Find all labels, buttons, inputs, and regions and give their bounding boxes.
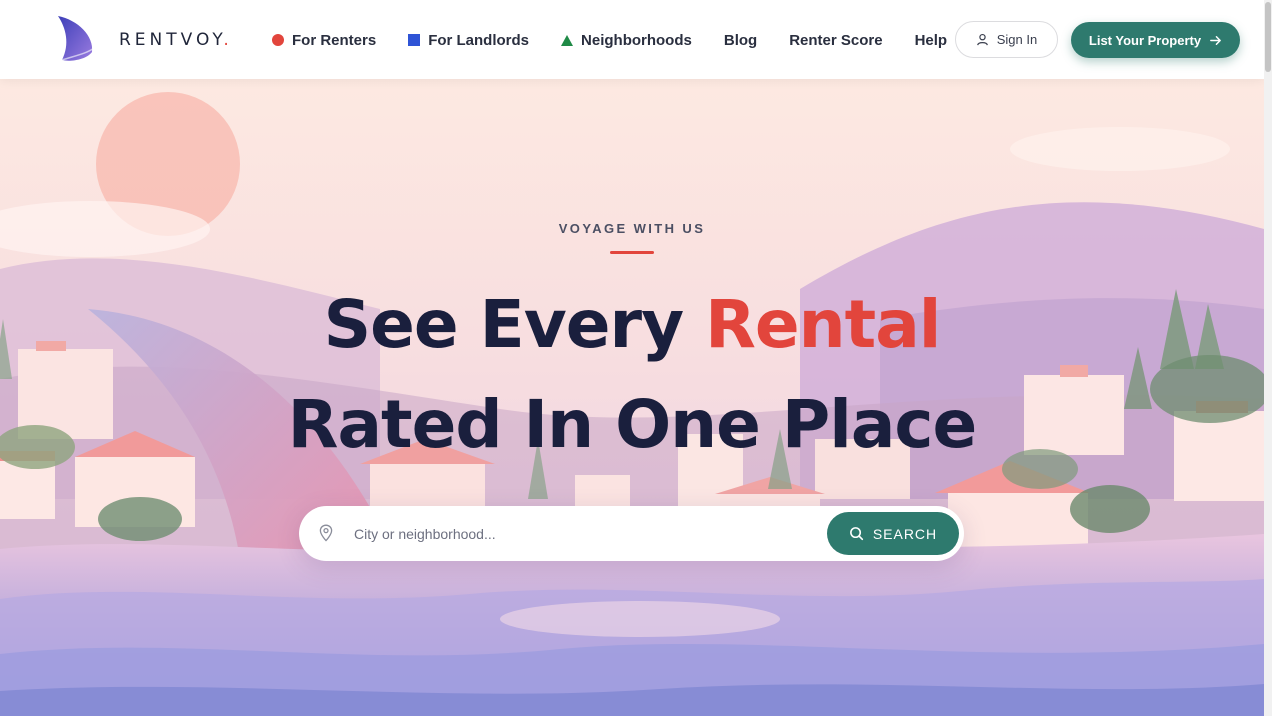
nav-label: For Landlords [428, 31, 530, 49]
brand-wordmark[interactable]: RENTVOY. [119, 30, 233, 50]
list-property-label: List Your Property [1088, 32, 1202, 48]
nav-neighborhoods[interactable]: Neighborhoods [561, 32, 692, 49]
red-dot-icon [272, 34, 284, 46]
main-nav: For Renters For Landlords Neighborhoods … [272, 30, 979, 50]
nav-blog[interactable]: Blog [724, 32, 757, 49]
blue-square-icon [408, 34, 421, 46]
location-pin-icon [319, 524, 333, 542]
title-line-1: See Every Rental [323, 286, 942, 363]
search-button[interactable]: SEARCH [827, 512, 959, 555]
nav-label: Neighborhoods [581, 31, 692, 49]
nav-label: Renter Score [789, 31, 883, 49]
title-accent: Rental [705, 286, 941, 363]
site-header: RENTVOY. For Renters For Landlords Neigh… [0, 0, 1264, 79]
nav-label: Blog [723, 31, 758, 49]
hero-section: VOYAGE WITH US See Every Rental Rated In… [0, 79, 1264, 716]
list-property-button[interactable]: List Your Property [1071, 22, 1240, 58]
sail-logo-icon[interactable] [56, 14, 96, 64]
sign-in-label: Sign In [996, 32, 1038, 47]
nav-label: For Renters [292, 31, 377, 49]
nav-label: Help [914, 31, 948, 49]
kicker-underline [610, 251, 654, 254]
title-line-2: Rated In One Place [287, 386, 978, 463]
hero-title: See Every Rental Rated In One Place [0, 275, 1264, 475]
search-button-label: SEARCH [872, 525, 938, 542]
nav-help[interactable]: Help [915, 32, 948, 49]
search-icon [849, 527, 863, 541]
nav-for-renters[interactable]: For Renters [272, 32, 376, 49]
green-triangle-icon [561, 34, 574, 46]
scrollbar-thumb[interactable] [1265, 2, 1271, 72]
nav-renter-score[interactable]: Renter Score [789, 32, 882, 49]
arrow-right-icon [1210, 35, 1221, 45]
search-bar: SEARCH [299, 506, 964, 561]
nav-for-landlords[interactable]: For Landlords [408, 32, 529, 49]
hero-kicker: VOYAGE WITH US [558, 221, 706, 236]
search-input[interactable] [354, 520, 804, 548]
page-scrollbar[interactable] [1264, 0, 1272, 716]
user-icon [976, 33, 988, 46]
sign-in-button[interactable]: Sign In [955, 21, 1058, 58]
